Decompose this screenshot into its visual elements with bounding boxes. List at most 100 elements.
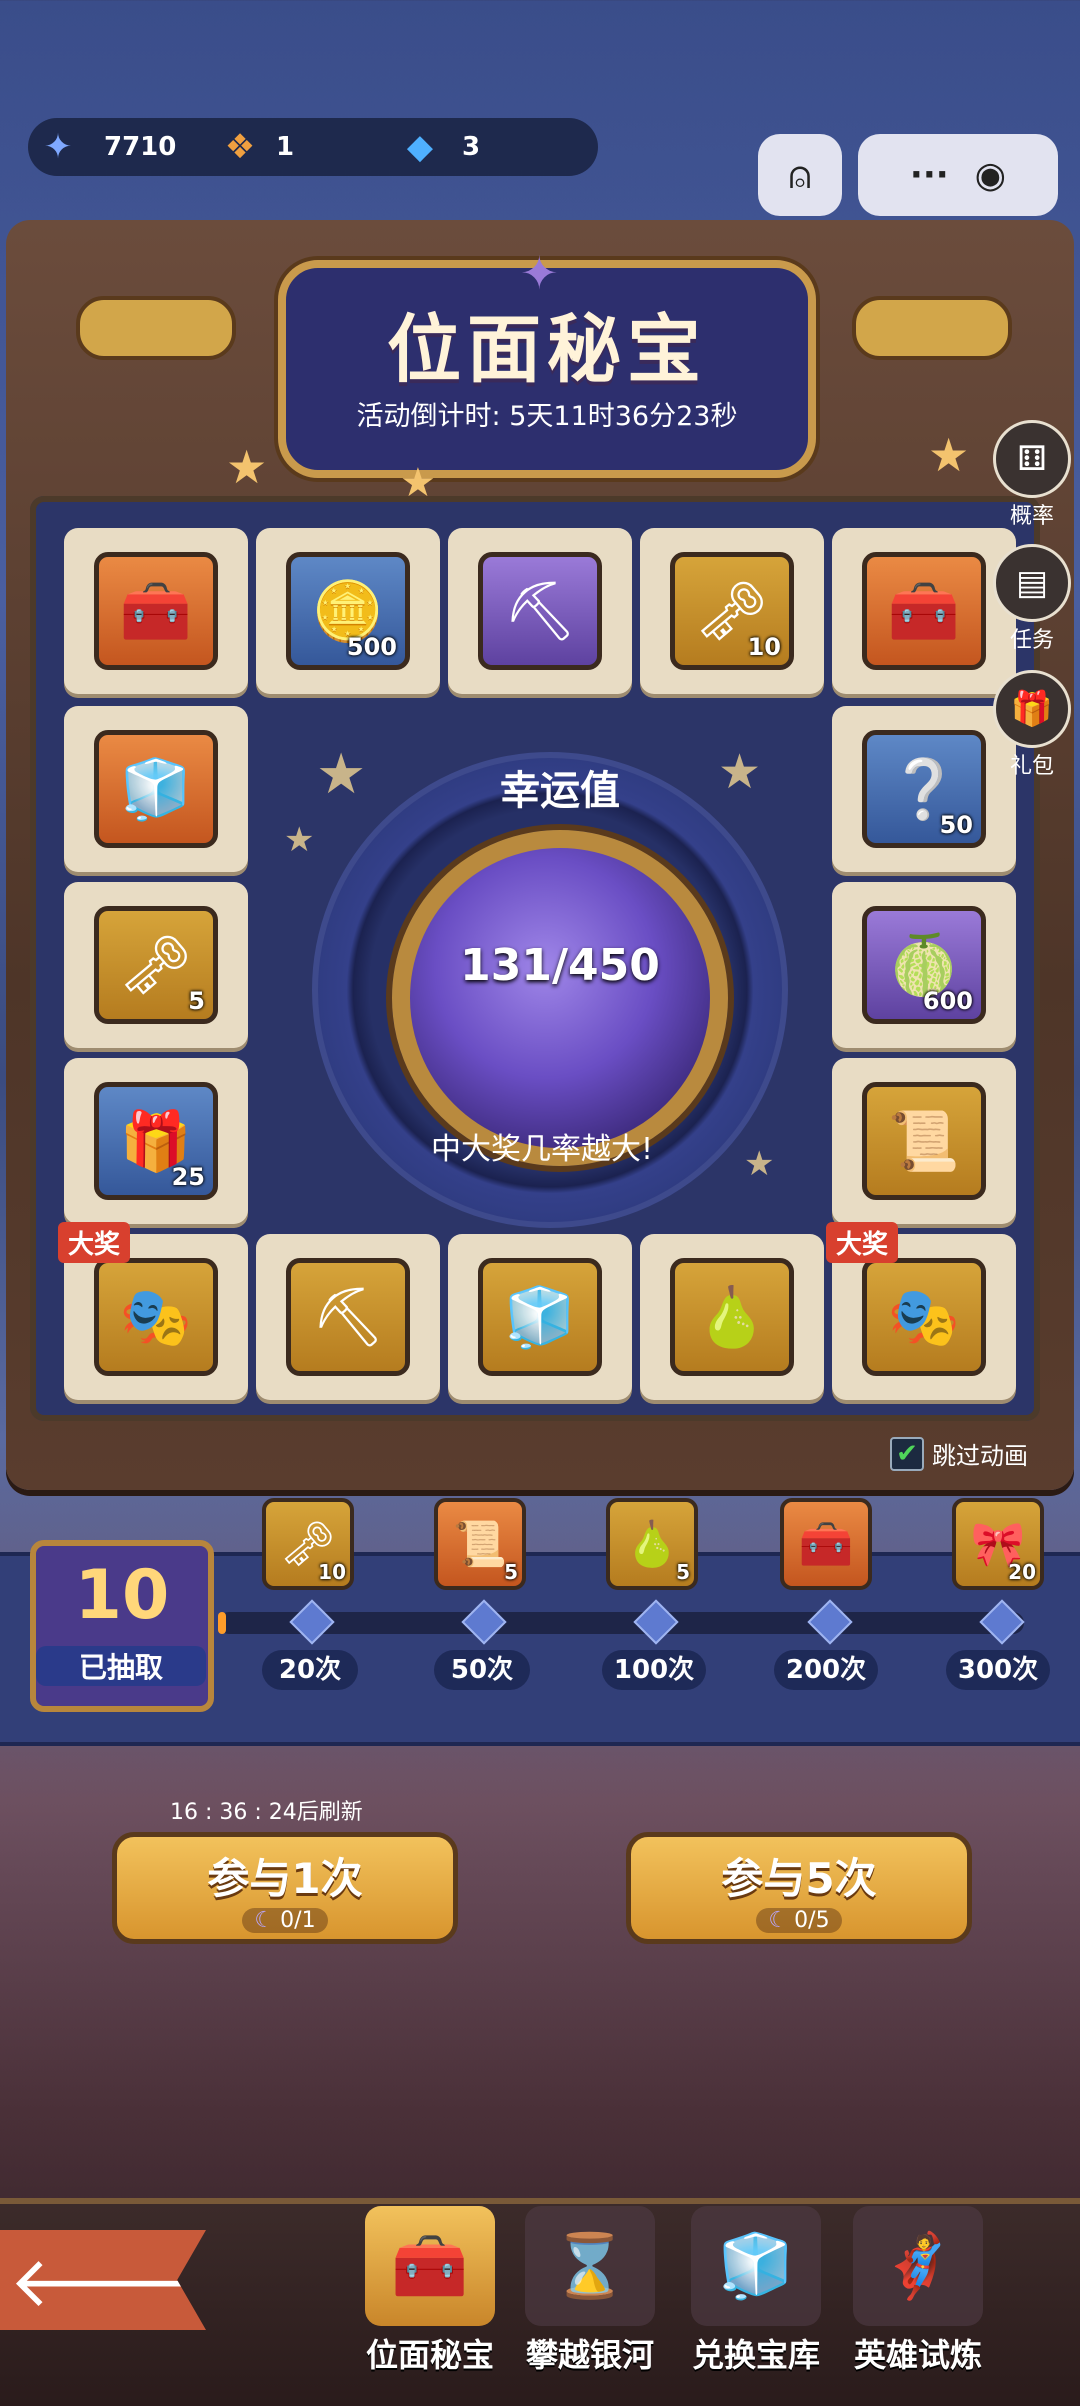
blue-box-icon: 🧊: [478, 1258, 602, 1376]
prize-qty: 25: [171, 1163, 205, 1191]
golden-fruit-icon: 🍐: [670, 1258, 794, 1376]
star-resource: ✦ 7710: [32, 118, 177, 176]
gift-label: 礼包: [1009, 754, 1054, 779]
gold-key-icon: 🗝 5: [94, 906, 218, 1024]
milestone-label: 300次: [946, 1650, 1050, 1690]
cube-count: 1: [276, 132, 295, 162]
milestone-label: 100次: [602, 1650, 706, 1690]
frame-hinge-right: [852, 296, 1012, 360]
close-target-icon[interactable]: ◉: [975, 155, 1006, 196]
reward-qty: 5: [504, 1560, 518, 1584]
cubes-icon: 🧊: [94, 730, 218, 848]
hourglass-icon: ⌛: [525, 2206, 655, 2326]
draw-five-label: 参与5次: [721, 1854, 877, 1903]
prize-qty: 500: [346, 633, 397, 661]
milestone-reward[interactable]: 🗝 10: [262, 1498, 354, 1590]
nav-item-galaxy[interactable]: ⌛ 攀越银河: [510, 2206, 670, 2376]
gold-key-icon: 🗝 10: [670, 552, 794, 670]
blue-box-icon: ◆: [406, 127, 434, 167]
skip-animation-toggle[interactable]: ✔ 跳过动画: [890, 1436, 1028, 1471]
tasks-button[interactable]: ▤ 任务: [992, 544, 1072, 654]
nav-item-hero-trial[interactable]: 🦸 英雄试炼: [838, 2206, 998, 2376]
person-icon: ⍝: [788, 152, 812, 197]
prize-cell: 🧊: [64, 706, 248, 872]
mystery-stone-icon: ❔ 50: [862, 730, 986, 848]
lucky-subtitle: 中大奖几率越大!: [430, 1132, 654, 1167]
decor-star-icon: ★: [744, 1144, 775, 1184]
avatar-button[interactable]: ⍝: [758, 134, 842, 216]
dice-icon: ⚅: [993, 420, 1071, 498]
prize-cell: ⛏: [448, 528, 632, 694]
blue-box-resource: ◆ 3: [394, 118, 480, 176]
milestone-reward[interactable]: 📜 5: [434, 1498, 526, 1590]
event-title: 位面秘宝: [387, 307, 707, 393]
moon-token-icon: ☾: [254, 1908, 275, 1933]
back-button[interactable]: 🡐: [0, 2230, 206, 2330]
checkbox-checked-icon[interactable]: ✔: [890, 1436, 924, 1471]
mystery-chest-icon: 🎁 25: [94, 1082, 218, 1200]
pickaxe-icon: ⛏: [478, 552, 602, 670]
hero-bundle-icon: 🎭: [94, 1258, 218, 1376]
milestone-reward[interactable]: 🧰: [780, 1498, 872, 1590]
prize-cell: 🍐: [640, 1234, 824, 1400]
prize-cell: 🗝 5: [64, 882, 248, 1048]
more-icon[interactable]: ···: [910, 155, 949, 195]
drawn-count: 10: [74, 1556, 170, 1635]
prize-cell: 🧰: [832, 528, 1016, 694]
blue-box-count: 3: [462, 132, 481, 162]
progress-bar-fill: [218, 1612, 227, 1634]
moon-token-icon: ☾: [768, 1908, 789, 1933]
lucky-value: 131/450: [460, 940, 660, 991]
prize-cell: 📜: [832, 1058, 1016, 1224]
draw-once-cost: ☾ 0/1: [242, 1908, 328, 1933]
milestone-label: 20次: [262, 1650, 358, 1690]
prize-cell: ⛏: [256, 1234, 440, 1400]
resource-bar: ✦ 7710 ❖ 1 ◆ 3: [28, 118, 598, 176]
draw-once-button[interactable]: 参与1次 ☾ 0/1: [112, 1832, 458, 1944]
mini-program-capsule: ··· ◉: [858, 134, 1058, 216]
reward-qty: 20: [1008, 1560, 1036, 1584]
nav-label: 位面秘宝: [365, 2336, 494, 2374]
draw-five-cost: ☾ 0/5: [756, 1908, 842, 1933]
lucky-orb: [392, 830, 728, 1166]
countdown-label: 活动倒计时:: [356, 401, 501, 432]
big-prize-tag: 大奖: [58, 1222, 131, 1263]
reward-qty: 5: [676, 1560, 690, 1584]
probability-button[interactable]: ⚅ 概率: [992, 420, 1072, 530]
cube-stack-icon: 🧊: [691, 2206, 821, 2326]
prize-cell-big: 🎭 大奖: [58, 1222, 248, 1400]
cube-resource: ❖ 1: [214, 118, 294, 176]
frame-hinge-left: [76, 296, 236, 360]
clipboard-icon: ▤: [993, 544, 1071, 622]
green-fruit-icon: 🍈 600: [862, 906, 986, 1024]
prize-qty: 10: [747, 633, 781, 661]
gift-button[interactable]: 🎁 礼包: [992, 670, 1072, 780]
prize-cell: 🍈 600: [832, 882, 1016, 1048]
decor-star-icon: ★: [284, 820, 315, 860]
decor-star-icon: ★: [316, 742, 367, 807]
draw-five-button[interactable]: 参与5次 ☾ 0/5: [626, 1832, 972, 1944]
milestone-reward[interactable]: 🍐 5: [606, 1498, 698, 1590]
prize-cell: ❔ 50: [832, 706, 1016, 872]
skip-animation-label: 跳过动画: [932, 1442, 1028, 1470]
draw-once-label: 参与1次: [207, 1854, 363, 1903]
prize-cell-big: 🎭 大奖: [826, 1222, 1016, 1400]
prize-cell: 🪙 500: [256, 528, 440, 694]
tasks-label: 任务: [1009, 628, 1054, 653]
decor-star-icon: ★: [718, 744, 762, 800]
milestone-reward[interactable]: 🎀 20: [952, 1498, 1044, 1590]
treasure-chest-icon: 🧰: [94, 552, 218, 670]
reward-qty: 10: [318, 1560, 346, 1584]
decor-star-icon: ★: [928, 428, 970, 482]
nav-item-treasure[interactable]: 🧰 位面秘宝: [350, 2206, 510, 2376]
progress-bar: [218, 1612, 1024, 1634]
nav-label: 攀越银河: [525, 2336, 654, 2374]
draw-once-cost-value: 0/1: [280, 1908, 316, 1933]
nav-label: 英雄试炼: [853, 2336, 982, 2374]
back-arrow-icon: 🡐: [9, 2240, 197, 2323]
probability-label: 概率: [1009, 504, 1054, 529]
lucky-title: 幸运值: [500, 768, 620, 814]
nav-item-exchange[interactable]: 🧊 兑换宝库: [676, 2206, 836, 2376]
prize-qty: 50: [939, 811, 973, 839]
cubes-icon: ❖: [224, 127, 256, 167]
